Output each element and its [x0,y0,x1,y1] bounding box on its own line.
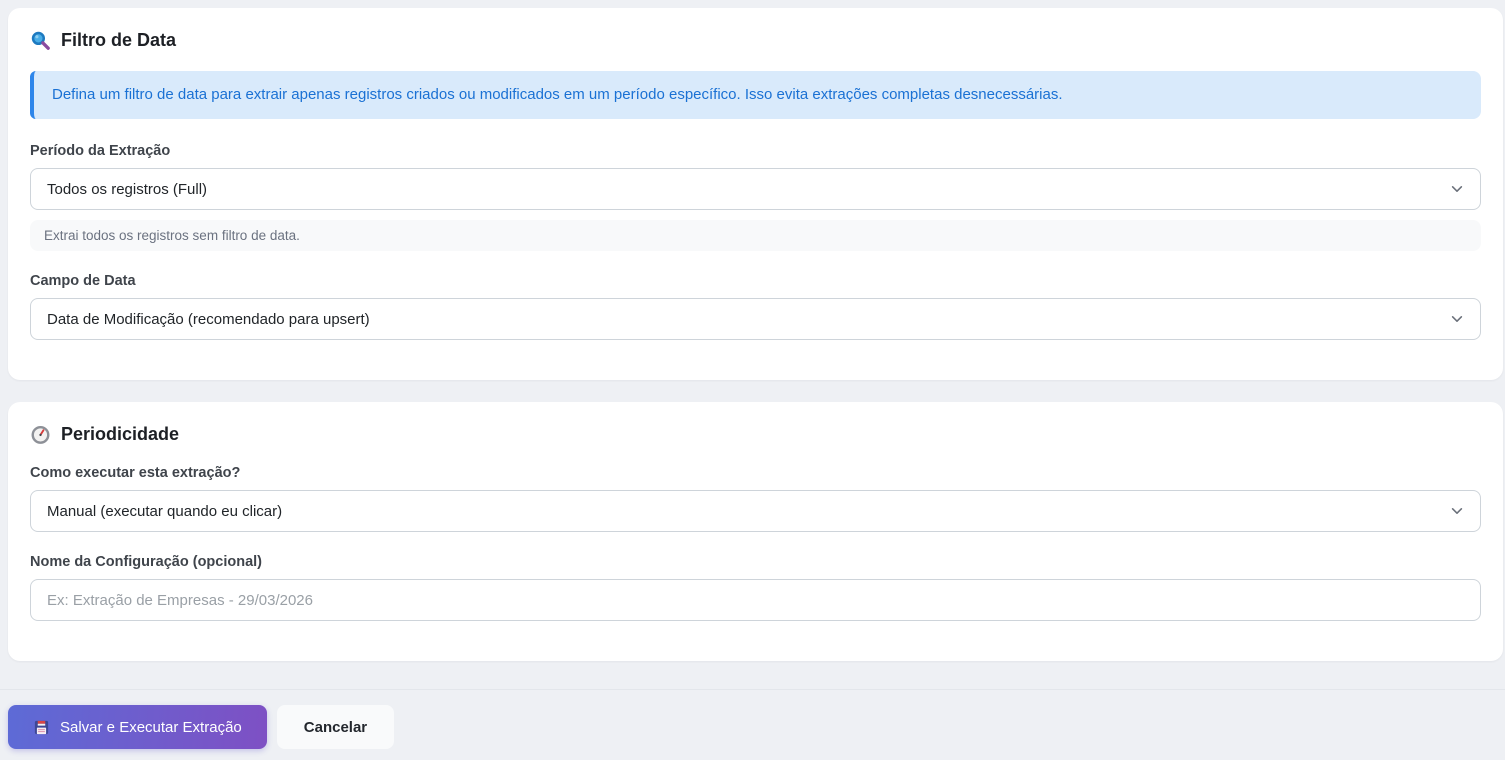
date-field-select[interactable]: Data de Modificação (recomendado para up… [30,298,1481,341]
floppy-disk-icon [33,719,50,736]
periodicity-card: Periodicidade Como executar esta extraçã… [8,402,1503,662]
extraction-period-help: Extrai todos os registros sem filtro de … [30,220,1481,252]
save-and-run-button[interactable]: Salvar e Executar Extração [8,705,267,750]
chevron-down-icon [1450,312,1464,326]
execution-mode-group: Como executar esta extração? Manual (exe… [30,465,1481,533]
magnifier-icon [30,30,51,51]
date-filter-card-title-text: Filtro de Data [61,30,177,50]
execution-mode-label: Como executar esta extração? [30,465,241,482]
extraction-settings-page: Filtro de Data Defina um filtro de data … [0,0,1505,750]
periodicity-card-title-text: Periodicidade [61,424,180,445]
extraction-period-group: Período da Extração Todos os registros (… [30,143,1481,252]
config-name-group: Nome da Configuração (opcional) [30,554,1481,622]
date-field-select-value: Data de Modificação (recomendado para up… [47,310,370,328]
chevron-down-icon [1450,504,1464,518]
execution-mode-select-value: Manual (executar quando eu clicar) [47,502,283,520]
chevron-down-icon [1450,182,1464,196]
periodicity-card-title: Periodicidade [30,424,1481,445]
timer-clock-icon [30,424,51,445]
cancel-button[interactable]: Cancelar [276,705,395,750]
config-name-input[interactable] [30,579,1481,622]
extraction-period-select[interactable]: Todos os registros (Full) [30,168,1481,211]
config-name-label: Nome da Configuração (opcional) [30,554,263,571]
save-and-run-button-label: Salvar e Executar Extração [60,718,242,736]
date-filter-card-title: Filtro de Data [30,30,1481,51]
extraction-period-label: Período da Extração [30,143,171,160]
date-filter-info-alert: Defina um filtro de data para extrair ap… [30,71,1481,120]
footer-action-bar: Salvar e Executar Extração Cancelar [0,689,1505,750]
date-field-group: Campo de Data Data de Modificação (recom… [30,273,1481,341]
info-alert-text: Defina um filtro de data para extrair ap… [52,86,1063,103]
extraction-period-select-value: Todos os registros (Full) [47,180,208,198]
date-filter-card: Filtro de Data Defina um filtro de data … [8,8,1503,381]
date-field-label: Campo de Data [30,273,136,290]
execution-mode-select[interactable]: Manual (executar quando eu clicar) [30,490,1481,533]
